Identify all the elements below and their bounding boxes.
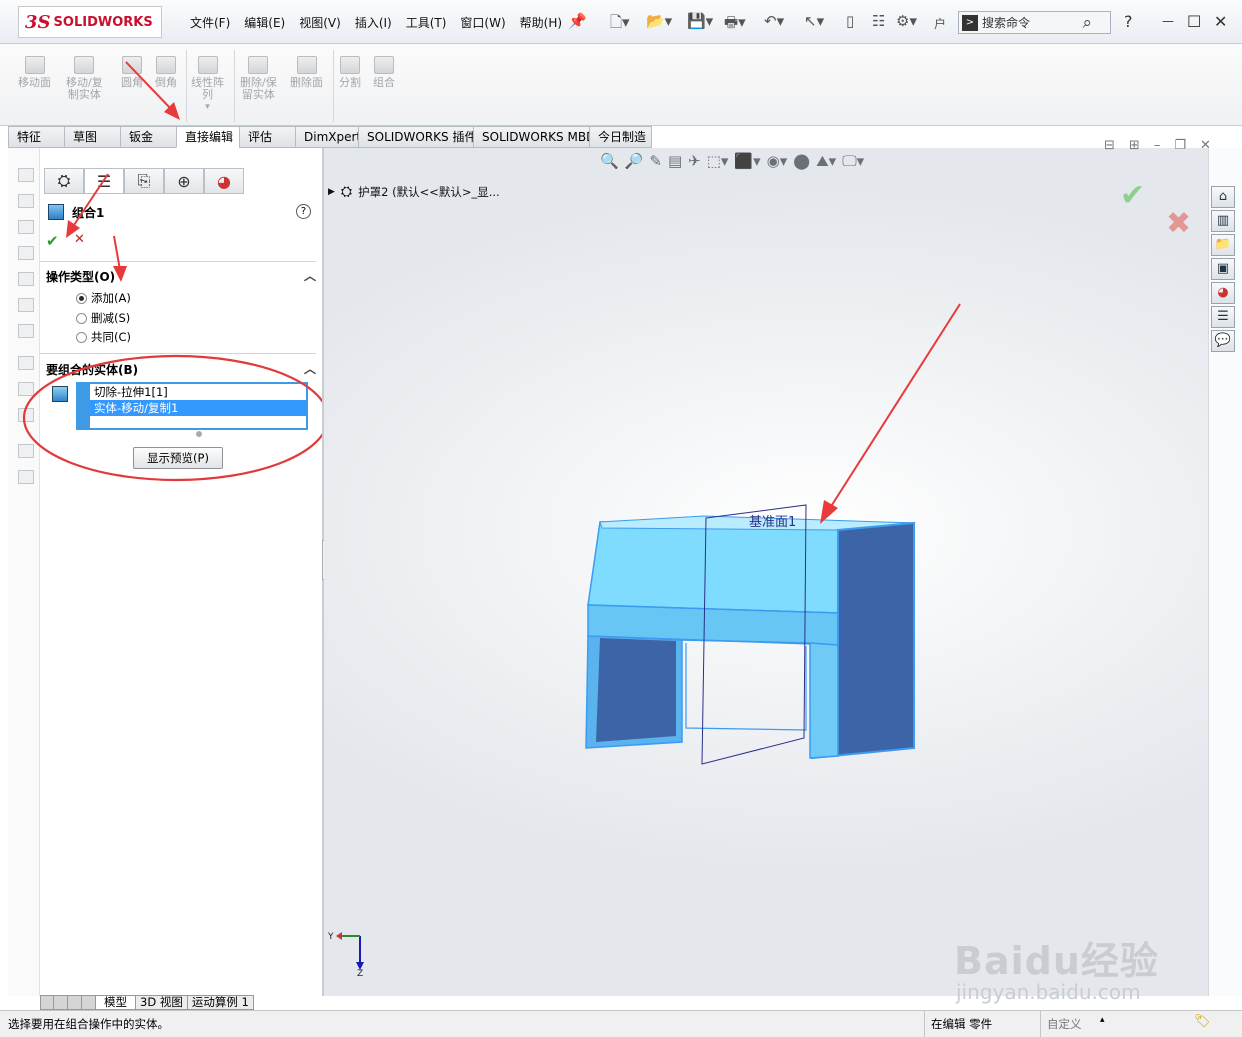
command-prompt-icon: > xyxy=(962,14,978,31)
view-palette-icon[interactable]: ▣ xyxy=(1211,258,1235,280)
task-pane: ⌂ ▥ 📁 ▣ ◕ ☰ 💬 xyxy=(1208,148,1242,996)
combine-button[interactable]: 组合 xyxy=(373,56,395,89)
split-icon xyxy=(340,56,360,74)
status-message: 选择要用在组合操作中的实体。 xyxy=(8,1017,169,1031)
menu-help[interactable]: 帮助(H) xyxy=(520,14,562,31)
radio-subtract-label: 删减(S) xyxy=(91,311,131,325)
options-gear-icon[interactable]: ⚙▾ xyxy=(896,12,917,30)
design-library-icon[interactable]: ▥ xyxy=(1211,210,1235,232)
annotation-arrow xyxy=(829,303,961,509)
body-right-leg xyxy=(809,642,839,759)
tab-motion-study[interactable]: 运动算例 1 xyxy=(187,995,254,1010)
triad-y-label: Y xyxy=(327,932,334,942)
model-graphics: 基准面1 Y Z xyxy=(327,303,961,979)
radio-common-label: 共同(C) xyxy=(91,330,132,344)
forum-icon[interactable]: 💬 xyxy=(1211,330,1235,352)
status-divider xyxy=(1040,1011,1041,1037)
select-icon[interactable]: ↖▾ xyxy=(804,12,824,30)
radio-common[interactable]: 共同(C) xyxy=(76,329,131,345)
tab-3d-view[interactable]: 3D 视图 xyxy=(136,995,188,1010)
radio-dot xyxy=(76,331,87,343)
ribbon-separator xyxy=(333,50,334,122)
tab-solidworks-mbd[interactable]: SOLIDWORKS MBD xyxy=(473,126,595,148)
status-bar: 选择要用在组合操作中的实体。 在编辑 零件 自定义 ▴ 🏷 xyxy=(0,1010,1242,1037)
custom-properties-icon[interactable]: ☰ xyxy=(1211,306,1235,328)
status-divider xyxy=(924,1011,925,1037)
search-icon[interactable]: ⌕ xyxy=(1082,13,1092,33)
new-file-icon[interactable]: 🗋▾ xyxy=(610,12,630,37)
prev-tab-nav-icon[interactable] xyxy=(54,995,68,1010)
file-properties-icon[interactable]: ☷ xyxy=(872,12,885,30)
split-label: 分割 xyxy=(339,76,361,89)
tag-icon[interactable]: 🏷 xyxy=(1194,1014,1211,1029)
radio-dot xyxy=(76,312,87,324)
bottom-tabs: 模型 3D 视图 运动算例 1 xyxy=(40,995,254,1010)
minimize-button[interactable]: — xyxy=(1162,14,1174,28)
tab-model[interactable]: 模型 xyxy=(96,995,136,1010)
triad-z-label: Z xyxy=(357,969,363,979)
document-name-short[interactable]: 户 xyxy=(934,15,946,32)
units-dropdown-icon[interactable]: ▴ xyxy=(1100,1015,1105,1025)
combine-icon xyxy=(374,56,394,74)
rebuild-icon[interactable]: ▯ xyxy=(846,12,854,30)
menu-insert[interactable]: 插入(I) xyxy=(355,14,392,31)
status-units[interactable]: 自定义 xyxy=(1047,1016,1082,1032)
watermark-sub: jingyan.baidu.com xyxy=(956,980,1141,1004)
print-icon[interactable]: 🖶▾ xyxy=(724,12,746,37)
pin-icon[interactable]: 📌 xyxy=(568,12,587,30)
tab-solidworks-addins[interactable]: SOLIDWORKS 插件 xyxy=(358,126,476,148)
solidworks-resources-icon[interactable]: ⌂ xyxy=(1211,186,1235,208)
help-button[interactable]: ? xyxy=(1124,12,1133,31)
close-button[interactable]: ✕ xyxy=(1214,12,1227,31)
last-tab-nav-icon[interactable] xyxy=(82,995,96,1010)
maximize-button[interactable]: ☐ xyxy=(1187,12,1201,31)
save-icon[interactable]: 💾▾ xyxy=(687,12,713,30)
body-left-leg-inner xyxy=(596,638,676,742)
plane-label: 基准面1 xyxy=(749,515,796,530)
menu-window[interactable]: 窗口(W) xyxy=(460,14,505,31)
watermark-main: Baidu经验 xyxy=(954,939,1159,983)
open-file-icon[interactable]: 📂▾ xyxy=(646,12,672,30)
radio-subtract[interactable]: 删减(S) xyxy=(76,310,130,326)
annotation-arrows xyxy=(66,61,180,282)
graphics-viewport[interactable]: ⊟ ⊞ – ❐ ✕ 🔍 🔎 ✎ ▤ ✈ ⬚▾ ⬛▾ ◉▾ ⬤ ⛰▾ 🖵▾ ▶ ⛭… xyxy=(324,138,1211,996)
watermark: Baidu经验 jingyan.baidu.com xyxy=(950,900,1180,1010)
first-tab-nav-icon[interactable] xyxy=(40,995,54,1010)
file-explorer-icon[interactable]: 📁 xyxy=(1211,234,1235,256)
split-button[interactable]: 分割 xyxy=(339,56,361,89)
undo-icon[interactable]: ↶▾ xyxy=(764,12,784,30)
status-edit-mode: 在编辑 零件 xyxy=(931,1017,993,1031)
search-commands-input[interactable]: > 搜索命令 ⌕ xyxy=(958,11,1111,34)
next-tab-nav-icon[interactable] xyxy=(68,995,82,1010)
combine-label: 组合 xyxy=(373,76,395,89)
tab-manufacturing[interactable]: 今日制造 xyxy=(589,126,652,148)
toolbar-cube-icon[interactable] xyxy=(18,298,34,312)
menu-tools[interactable]: 工具(T) xyxy=(406,14,447,31)
search-placeholder: 搜索命令 xyxy=(982,16,1031,30)
annotation-ellipse xyxy=(22,354,330,482)
toolbar-cube-icon[interactable] xyxy=(18,324,34,338)
appearances-icon[interactable]: ◕ xyxy=(1211,282,1235,304)
